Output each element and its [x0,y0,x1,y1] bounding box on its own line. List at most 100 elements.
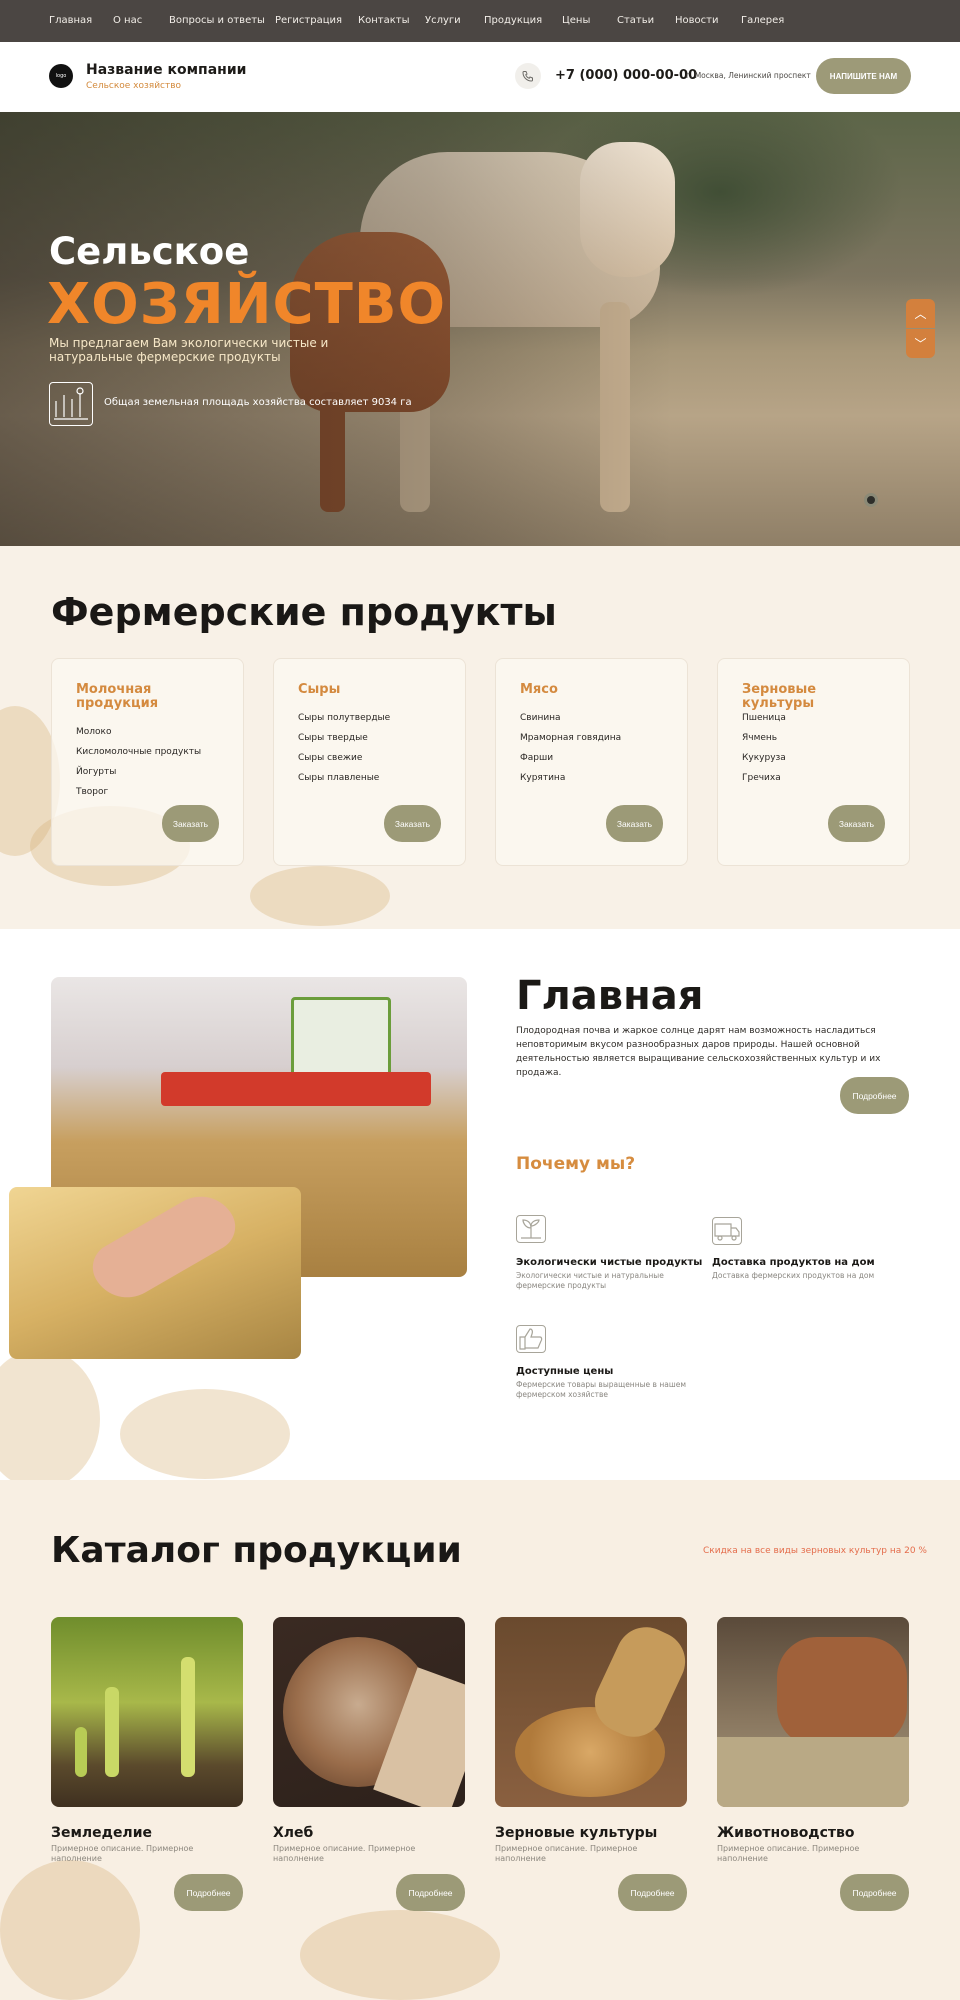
more-button[interactable]: Подробнее [396,1874,465,1911]
nav-item-news[interactable]: Новости [675,15,718,26]
nav-item-about[interactable]: О нас [113,15,142,26]
product-card: Зерновые культуры Пшеница Ячмень Кукуруз… [717,658,910,866]
image-detail [161,1072,431,1106]
catalog-item-title: Хлеб [273,1825,314,1841]
list-item: Сыры твердые [298,733,368,743]
nav-item-gallery[interactable]: Галерея [741,15,784,26]
slider-dot[interactable] [864,493,878,507]
catalog-item-desc: Примерное описание. Примерное наполнение [51,1844,194,1863]
product-card: Молочная продукция Молоко Кисломолочные … [51,658,244,866]
main-section: Главная Плодородная почва и жаркое солнц… [0,929,960,1480]
phone-number[interactable]: +7 (000) 000-00-00 [555,68,697,83]
order-button[interactable]: Заказать [828,805,885,842]
chevron-up-icon: ︿ [914,307,927,321]
catalog-item-title: Зерновые культуры [495,1825,658,1841]
list-item: Сыры свежие [298,753,363,763]
list-item: Сыры плавленые [298,773,380,783]
list-item: Свинина [520,713,561,723]
chevron-down-icon: ﹀ [914,337,927,351]
catalog-item-title: Животноводство [717,1825,855,1841]
company-subtitle: Сельское хозяйство [86,81,182,91]
catalog-card: Животноводство Примерное описание. Приме… [717,1617,909,1911]
order-button[interactable]: Заказать [162,805,219,842]
main-text: Плодородная почва и жаркое солнце дарят … [516,1026,881,1078]
nav-item-contacts[interactable]: Контакты [358,15,409,26]
oat-decoration [0,1860,140,2000]
delivery-truck-icon [712,1217,742,1245]
catalog-item-desc: Примерное описание. Примерное наполнение [273,1844,416,1863]
site-header: logo Название компании Сельское хозяйств… [0,42,960,112]
hero-title: Сельское [49,230,250,273]
why-us-title: Почему мы? [516,1154,636,1174]
slider-prev-button[interactable]: ︿ [906,299,935,328]
list-item: Гречиха [742,773,781,783]
list-item: Пшеница [742,713,786,723]
card-title: Сыры [298,682,341,697]
list-item: Кисломолочные продукты [76,747,202,757]
list-item: Курятина [520,773,566,783]
oat-decoration [0,1349,100,1480]
land-area-text: Общая земельная площадь хозяйства состав… [104,397,412,408]
logo[interactable]: logo [49,64,73,88]
write-us-button[interactable]: НАПИШИТЕ НАМ [816,58,911,94]
list-item: Фарши [520,753,554,763]
more-button[interactable]: Подробнее [840,1874,909,1911]
slider-next-button[interactable]: ﹀ [906,329,935,358]
company-name: Название компании [86,62,247,78]
nav-item-faq[interactable]: Вопросы и ответы [169,15,265,26]
list-item: Молоко [76,727,112,737]
catalog-card: Земледелие Примерное описание. Примерное… [51,1617,243,1911]
wheat-hand-image [9,1187,301,1359]
catalog-image-grain[interactable] [495,1617,687,1807]
discount-note: Скидка на все виды зерновых культур на 2… [703,1546,927,1556]
hero-description: Мы предлагаем Вам экологически чистые и … [49,336,329,364]
list-item: Йогурты [76,767,117,777]
card-title: Молочная продукция [76,682,159,711]
image-detail [84,1187,244,1311]
catalog-image-livestock[interactable] [717,1617,909,1807]
list-item: Мраморная говядина [520,733,622,743]
hero-title-accent: ХОЗЯЙСТВО [47,272,447,337]
section-title: Каталог продукции [51,1530,462,1571]
more-button[interactable]: Подробнее [174,1874,243,1911]
catalog-image-sprouts[interactable] [51,1617,243,1807]
card-title: Мясо [520,682,558,697]
thumbs-up-icon [516,1325,546,1353]
feature-desc: Фермерские товары выращенные в нашем фер… [516,1380,686,1399]
nav-item-articles[interactable]: Статьи [617,15,654,26]
top-navigation: Главная О нас Вопросы и ответы Регистрац… [0,0,960,42]
field-icon [49,382,93,426]
feature-title: Доступные цены [516,1366,614,1377]
catalog-item-desc: Примерное описание. Примерное наполнение [495,1844,638,1863]
catalog-item-desc: Примерное описание. Примерное наполнение [717,1844,860,1863]
product-card: Сыры Сыры полутвердые Сыры твердые Сыры … [273,658,466,866]
list-item: Сыры полутвердые [298,713,391,723]
nav-item-services[interactable]: Услуги [425,15,461,26]
order-button[interactable]: Заказать [606,805,663,842]
catalog-image-bread[interactable] [273,1617,465,1807]
feature-desc: Экологически чистые и натуральные фермер… [516,1271,664,1290]
oat-decoration [120,1389,290,1479]
main-title: Главная [516,973,704,1019]
section-title: Фермерские продукты [51,590,557,634]
eco-plant-icon [516,1215,546,1243]
image-detail [291,997,391,1077]
nav-item-prices[interactable]: Цены [562,15,590,26]
nav-item-products[interactable]: Продукция [484,15,542,26]
more-button[interactable]: Подробнее [840,1077,909,1114]
oat-decoration [300,1910,500,2000]
more-button[interactable]: Подробнее [618,1874,687,1911]
catalog-item-title: Земледелие [51,1825,152,1841]
hero-banner: Сельское ХОЗЯЙСТВО Мы предлагаем Вам эко… [0,112,960,546]
phone-icon[interactable] [515,63,541,89]
oat-decoration [250,866,390,926]
feature-desc: Доставка фермерских продуктов на дом [712,1271,875,1280]
list-item: Ячмень [742,733,778,743]
nav-item-registration[interactable]: Регистрация [275,15,342,26]
logo-text: logo [55,73,67,79]
order-button[interactable]: Заказать [384,805,441,842]
farm-products-section: Фермерские продукты Молочная продукция М… [0,546,960,929]
list-item: Кукуруза [742,753,786,763]
address: г. Москва, Ленинский проспект [686,71,811,80]
nav-item-home[interactable]: Главная [49,15,92,26]
